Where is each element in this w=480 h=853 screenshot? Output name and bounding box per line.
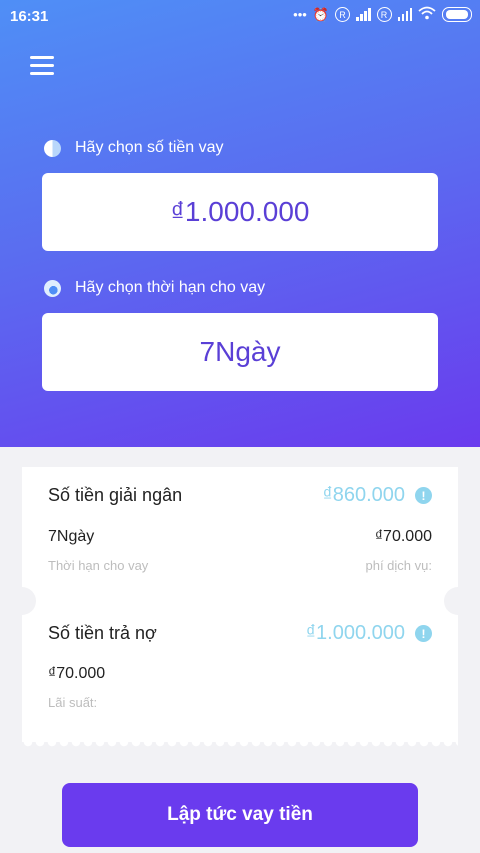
disbursement-amount: ₫860.000 ! <box>322 484 432 507</box>
disbursement-row: Số tiền giải ngân ₫860.000 ! <box>48 484 432 507</box>
term-fee-captions: Thời hạn cho vay phí dịch vụ: <box>48 558 432 573</box>
info-icon[interactable]: ! <box>415 625 432 642</box>
loan-amount-value: ₫1.000.000 <box>170 196 310 227</box>
loan-amount-label: Hãy chọn số tiền vay <box>75 139 224 156</box>
disbursement-label: Số tiền giải ngân <box>48 485 183 505</box>
signal-icon <box>356 8 371 21</box>
term-value: 7Ngày <box>48 528 95 545</box>
status-icons: ••• ⏰ R R <box>293 6 472 23</box>
more-dots-icon: ••• <box>293 7 307 22</box>
card-notch-left <box>8 587 36 615</box>
card-notch-right <box>444 587 472 615</box>
sim-1-icon: R <box>335 7 350 22</box>
battery-icon <box>442 7 472 22</box>
borrow-now-button[interactable]: Lập tức vay tiền <box>62 783 418 847</box>
half-circle-icon <box>44 139 61 157</box>
clock-icon <box>44 279 61 297</box>
loan-term-selector[interactable]: 7Ngày <box>42 313 438 391</box>
wifi-icon <box>418 6 436 23</box>
loan-amount-selector[interactable]: ₫1.000.000 <box>42 173 438 251</box>
status-time: 16:31 <box>10 8 49 25</box>
interest-caption-row: Lãi suất: <box>48 695 432 710</box>
loan-term-value: 7Ngày <box>199 336 281 367</box>
interest-row: ₫70.000 <box>48 665 432 683</box>
loan-amount-label-row: Hãy chọn số tiền vay <box>44 139 224 157</box>
loan-term-label: Hãy chọn thời hạn cho vay <box>75 279 266 296</box>
info-icon[interactable]: ! <box>415 487 432 504</box>
alarm-off-icon: ⏰ <box>312 6 329 22</box>
interest-value: ₫70.000 <box>48 665 106 682</box>
borrow-now-label: Lập tức vay tiền <box>167 804 313 825</box>
term-caption: Thời hạn cho vay <box>48 558 149 573</box>
repayment-amount: ₫1.000.000 ! <box>306 622 432 645</box>
service-fee-value: ₫70.000 <box>374 528 432 545</box>
term-fee-row: 7Ngày ₫70.000 <box>48 528 432 546</box>
repayment-row: Số tiền trả nợ ₫1.000.000 ! <box>48 622 432 645</box>
loan-term-label-row: Hãy chọn thời hạn cho vay <box>44 279 265 297</box>
status-bar: 16:31 ••• ⏰ R R <box>0 0 480 34</box>
service-fee-caption: phí dịch vụ: <box>365 558 433 573</box>
disbursement-value: ₫860.000 <box>322 484 405 506</box>
repayment-value: ₫1.000.000 <box>305 622 405 644</box>
sim-2-icon: R <box>376 7 392 22</box>
repayment-label: Số tiền trả nợ <box>48 623 157 643</box>
interest-caption: Lãi suất: <box>48 695 98 710</box>
signal-icon <box>397 8 412 21</box>
hamburger-menu-icon[interactable] <box>30 56 54 76</box>
